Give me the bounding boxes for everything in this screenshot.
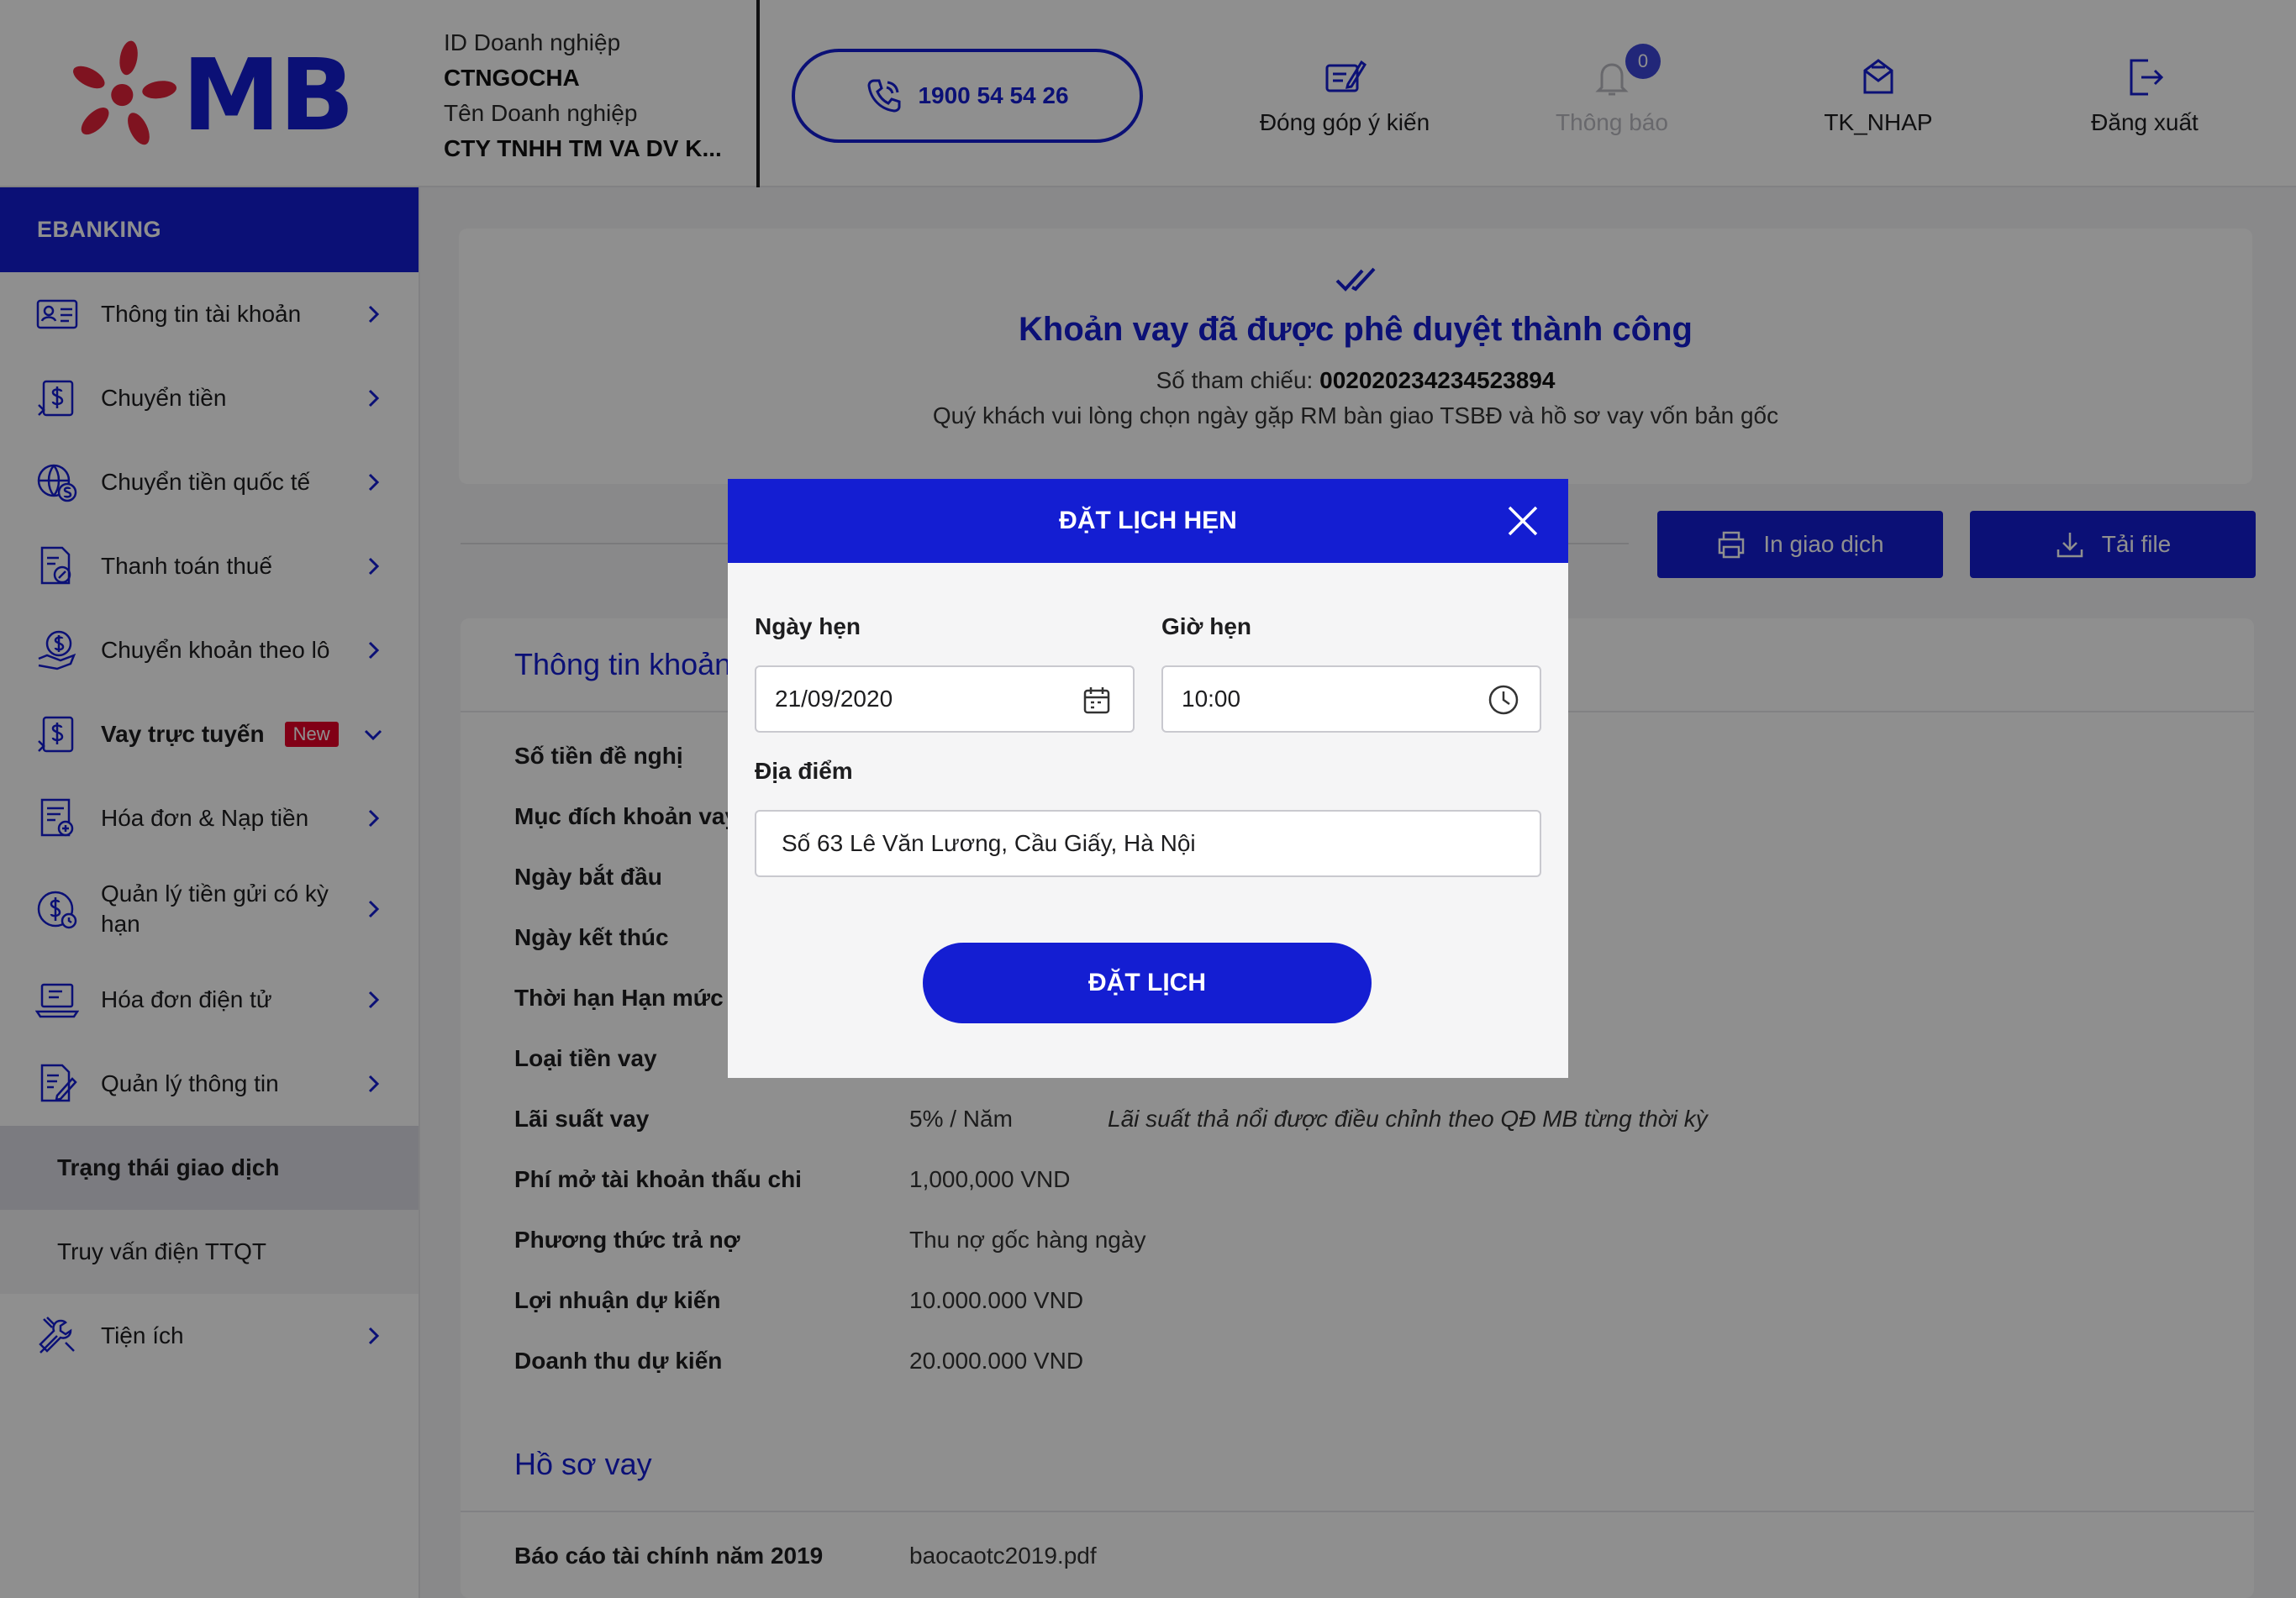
location-label: Địa điểm xyxy=(755,758,853,784)
date-field[interactable]: 21/09/2020 xyxy=(755,665,1135,733)
schedule-button[interactable]: ĐẶT LỊCH xyxy=(923,943,1372,1023)
time-value: 10:00 xyxy=(1182,686,1241,712)
date-value: 21/09/2020 xyxy=(775,686,893,712)
location-value: Số 63 Lê Văn Lương, Cầu Giấy, Hà Nội xyxy=(782,830,1196,856)
close-icon[interactable] xyxy=(1506,504,1540,538)
appointment-modal: ĐẶT LỊCH HẸN Ngày hẹn 21/09/2020 Giờ hẹn… xyxy=(728,479,1568,1078)
clock-icon[interactable] xyxy=(1488,684,1519,716)
modal-title: ĐẶT LỊCH HẸN xyxy=(1059,507,1237,534)
modal-header: ĐẶT LỊCH HẸN xyxy=(728,479,1568,563)
time-field[interactable]: 10:00 xyxy=(1161,665,1541,733)
date-label: Ngày hẹn xyxy=(755,613,861,639)
location-field[interactable]: Số 63 Lê Văn Lương, Cầu Giấy, Hà Nội xyxy=(755,810,1541,877)
time-label: Giờ hẹn xyxy=(1161,613,1252,639)
calendar-icon[interactable] xyxy=(1081,684,1113,716)
